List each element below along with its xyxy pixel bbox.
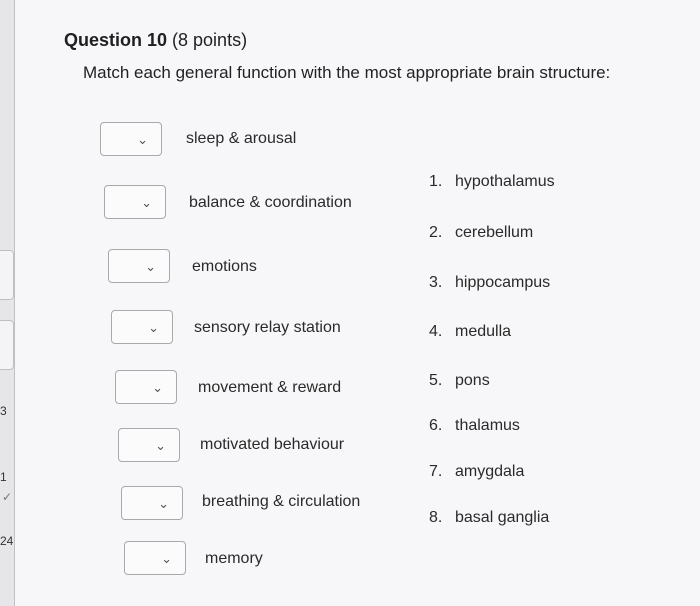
option-item: 1. hypothalamus (429, 173, 555, 190)
match-dropdown-3[interactable]: ⌄ (108, 249, 170, 283)
match-dropdown-8[interactable]: ⌄ (124, 541, 186, 575)
nav-question-box[interactable] (0, 250, 14, 300)
chevron-down-icon: ⌄ (137, 132, 148, 147)
chevron-down-icon: ⌄ (141, 195, 152, 210)
option-item: 6. thalamus (429, 417, 520, 434)
option-item: 3. hippocampus (429, 274, 551, 291)
question-prompt: Match each general function with the mos… (83, 63, 611, 82)
side-number: 24 (0, 534, 14, 548)
match-dropdown-6[interactable]: ⌄ (118, 428, 180, 462)
option-item: 4. medulla (429, 323, 512, 340)
chevron-down-icon: ⌄ (155, 438, 166, 453)
match-dropdown-4[interactable]: ⌄ (111, 310, 173, 344)
side-number: 1 (0, 470, 7, 484)
check-icon: ✓ (2, 490, 13, 504)
chevron-down-icon: ⌄ (158, 496, 169, 511)
question-number: Question 10 (64, 30, 168, 50)
chevron-down-icon: ⌄ (161, 551, 172, 566)
match-dropdown-5[interactable]: ⌄ (115, 370, 177, 404)
function-label: movement & reward (198, 379, 342, 396)
function-label: sensory relay station (194, 319, 341, 336)
chevron-down-icon: ⌄ (152, 380, 163, 395)
question-title: Question 10 (8 points) (64, 30, 247, 51)
left-navigation-strip: 3 1 ✓ 24 (0, 0, 14, 606)
option-item: 7. amygdala (429, 463, 525, 480)
function-label: memory (205, 550, 263, 567)
function-label: balance & coordination (189, 194, 352, 211)
chevron-down-icon: ⌄ (148, 320, 159, 335)
function-label: emotions (192, 258, 257, 275)
function-label: breathing & circulation (202, 493, 361, 510)
function-label: sleep & arousal (186, 130, 297, 147)
option-item: 5. pons (429, 372, 490, 389)
question-points: (8 points) (167, 30, 248, 50)
function-label: motivated behaviour (200, 436, 345, 453)
match-dropdown-7[interactable]: ⌄ (121, 486, 183, 520)
question-panel (14, 0, 700, 606)
option-item: 2. cerebellum (429, 224, 534, 241)
match-dropdown-1[interactable]: ⌄ (100, 122, 162, 156)
option-item: 8. basal ganglia (429, 509, 550, 526)
side-number: 3 (0, 404, 7, 418)
match-dropdown-2[interactable]: ⌄ (104, 185, 166, 219)
chevron-down-icon: ⌄ (145, 259, 156, 274)
nav-question-box[interactable] (0, 320, 14, 370)
